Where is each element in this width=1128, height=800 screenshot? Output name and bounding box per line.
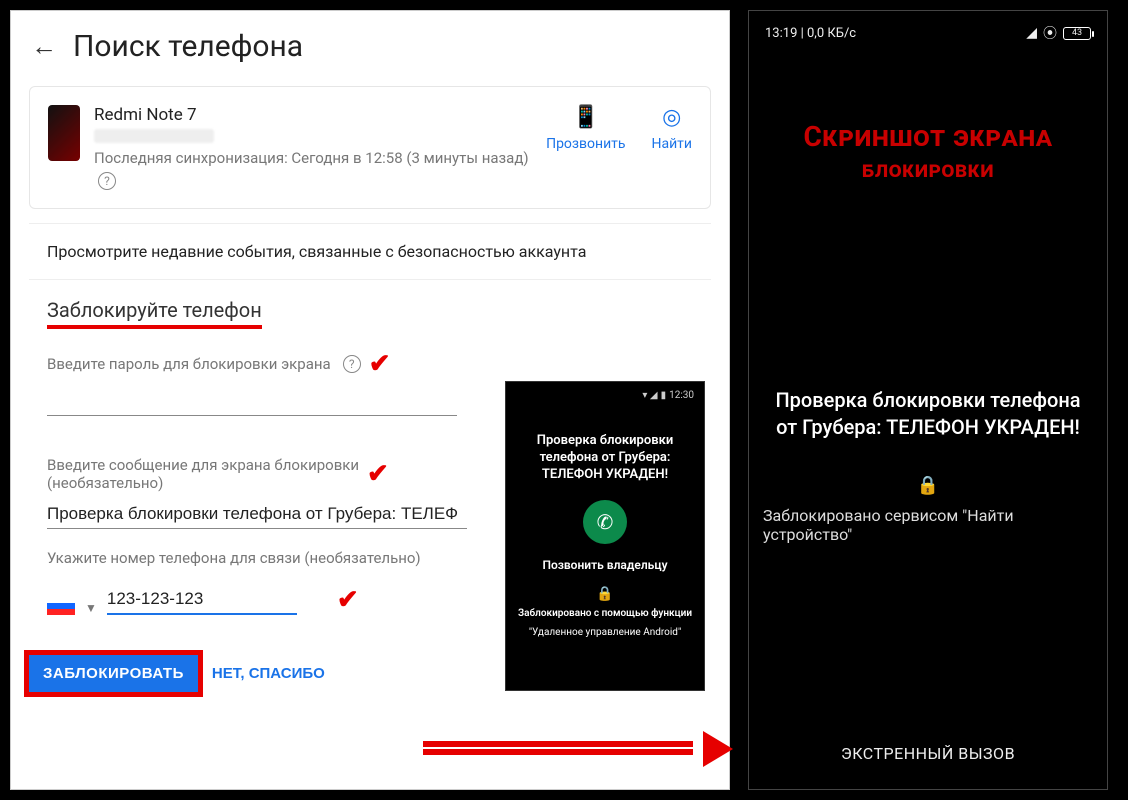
lockscreen-message: Проверка блокировки телефона от Грубера:… <box>759 387 1097 441</box>
device-card: Redmi Note 7 Последняя синхронизация: Се… <box>29 86 711 209</box>
cancel-button[interactable]: НЕТ, СПАСИБО <box>212 665 325 682</box>
annotation-heading: Скриншот экрана блокировки <box>759 117 1097 187</box>
chevron-down-icon[interactable]: ▼ <box>85 601 97 615</box>
lock-message: Проверка блокировки телефона от Грубера:… <box>512 433 698 484</box>
find-phone-panel: ← Поиск телефона Redmi Note 7 Последняя … <box>10 10 730 790</box>
call-owner-label: Позвонить владельцу <box>542 558 667 572</box>
find-action[interactable]: ◎ Найти <box>652 105 693 152</box>
signal-icon: ◢ <box>1026 25 1037 41</box>
device-account-blurred <box>94 129 214 143</box>
events-section[interactable]: Просмотрите недавние события, связанные … <box>29 223 711 273</box>
ring-icon: 📱 <box>572 105 599 130</box>
back-arrow-icon[interactable]: ← <box>31 31 57 62</box>
signal-icon: ▾ ◢ <box>642 390 657 401</box>
ring-action[interactable]: 📱 Прозвонить <box>546 105 625 152</box>
locked-by-service: "Удаленное управление Android" <box>529 627 681 638</box>
message-input[interactable] <box>47 500 467 529</box>
password-input[interactable] <box>47 387 457 416</box>
device-thumbnail-icon <box>48 105 80 161</box>
lock-title: Заблокируйте телефон <box>47 298 262 329</box>
password-label-row: Введите пароль для блокировки экрана ? ✔ <box>47 349 693 379</box>
checkmark-icon: ✔ <box>367 459 389 489</box>
checkmark-icon: ✔ <box>337 585 359 615</box>
call-owner-button[interactable]: ✆ <box>583 500 627 544</box>
phone-icon: ✆ <box>597 510 614 534</box>
page-title: Поиск телефона <box>73 29 303 64</box>
annotation-arrow-icon <box>423 737 733 759</box>
battery-icon: 43 <box>1063 27 1091 40</box>
status-time: 13:19 | 0,0 КБ/с <box>765 26 856 41</box>
locked-by-label: Заблокировано с помощью функции <box>518 608 692 619</box>
app-header: ← Поиск телефона <box>11 11 729 78</box>
lock-icon: 🔒 <box>759 475 1097 496</box>
status-bar: 13:19 | 0,0 КБ/с ◢ ⦿ 43 <box>759 19 1097 47</box>
events-text: Просмотрите недавние события, связанные … <box>47 242 693 261</box>
help-icon[interactable]: ? <box>98 172 116 190</box>
lockscreen-screenshot: 13:19 | 0,0 КБ/с ◢ ⦿ 43 Скриншот экрана … <box>748 10 1108 790</box>
battery-icon: ▮ <box>661 390 667 401</box>
flag-ru-icon[interactable] <box>47 597 75 615</box>
help-icon[interactable]: ? <box>343 355 361 373</box>
device-name: Redmi Note 7 <box>94 105 532 125</box>
lock-icon: 🔒 <box>596 586 613 602</box>
phone-input[interactable] <box>107 585 297 615</box>
device-sync-text: Последняя синхронизация: Сегодня в 12:58… <box>94 149 532 190</box>
lock-button[interactable]: ЗАБЛОКИРОВАТЬ <box>29 655 198 692</box>
locked-by-text: Заблокировано сервисом "Найти устройство… <box>759 506 1097 544</box>
checkmark-icon: ✔ <box>369 349 391 379</box>
locate-icon: ◎ <box>662 105 681 130</box>
emergency-call-button[interactable]: ЭКСТРЕННЫЙ ВЫЗОВ <box>759 744 1097 763</box>
lock-preview-phone: ▾ ◢ ▮ 12:30 Проверка блокировки телефона… <box>505 381 705 691</box>
wifi-icon: ⦿ <box>1043 23 1057 43</box>
